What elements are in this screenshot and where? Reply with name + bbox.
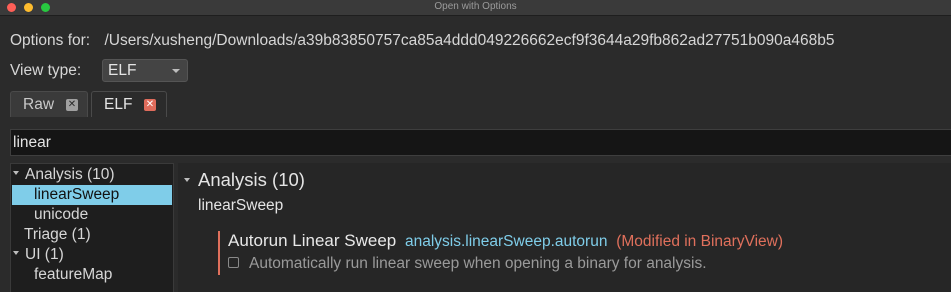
title-bar: Open with Options (0, 0, 951, 16)
tree-item-analysis[interactable]: Analysis (10) (13, 165, 115, 185)
tree-item-ui[interactable]: UI (1) (13, 245, 64, 265)
search-input[interactable] (10, 129, 951, 156)
view-type-value: ELF (108, 62, 137, 79)
tab-elf[interactable]: ELF ✕ (91, 91, 167, 117)
options-row: Options for: /Users/xusheng/Downloads/a3… (10, 32, 834, 50)
tree-item-triage[interactable]: Triage (1) (24, 225, 91, 245)
close-icon[interactable]: ✕ (144, 99, 156, 111)
tab-elf-label: ELF (104, 96, 133, 113)
autorun-checkbox[interactable] (228, 256, 239, 268)
tree-item-linearsweep[interactable]: linearSweep (12, 185, 172, 205)
section-title: Analysis (10) (198, 169, 305, 190)
tree-item-label: Triage (1) (24, 226, 91, 243)
setting-key: analysis.linearSweep.autorun (404, 233, 608, 250)
file-path: /Users/xusheng/Downloads/a39b83850757ca8… (104, 32, 835, 49)
settings-tree: Analysis (10) linearSweep unicode Triage… (10, 163, 174, 292)
close-icon[interactable]: ✕ (66, 99, 78, 111)
tree-item-label: UI (1) (25, 246, 64, 263)
view-type-select[interactable]: ELF (102, 59, 188, 82)
tree-item-label: unicode (34, 206, 89, 223)
tree-item-label: linearSweep (34, 186, 120, 203)
options-label: Options for: (10, 32, 91, 49)
tree-item-featuremap[interactable]: featureMap (34, 265, 112, 285)
setting-modified-badge: (Modified in BinaryView) (616, 233, 784, 250)
setting-description-row: Automatically run linear sweep when open… (228, 255, 707, 273)
chevron-down-icon (172, 69, 180, 73)
window-title: Open with Options (434, 1, 517, 12)
tree-item-label: featureMap (34, 266, 113, 283)
group-label: linearSweep (198, 197, 284, 214)
setting-title-row: Autorun Linear Sweep analysis.linearSwee… (228, 231, 783, 251)
settings-detail-panel: Analysis (10) linearSweep Autorun Linear… (178, 163, 951, 292)
tree-item-unicode[interactable]: unicode (34, 205, 88, 225)
setting-autorun-linear-sweep: Autorun Linear Sweep analysis.linearSwee… (218, 231, 783, 275)
tab-raw-label: Raw (23, 96, 55, 113)
view-type-label: View type: (10, 62, 82, 79)
expand-arrow-icon[interactable] (13, 251, 19, 256)
tree-item-label: Analysis (10) (25, 166, 115, 183)
setting-description: Automatically run linear sweep when open… (249, 255, 707, 272)
setting-name: Autorun Linear Sweep (228, 231, 397, 250)
expand-arrow-icon[interactable] (184, 177, 190, 182)
section-header[interactable]: Analysis (10) (184, 169, 305, 191)
tab-raw[interactable]: Raw ✕ (10, 91, 88, 117)
expand-arrow-icon[interactable] (13, 171, 19, 176)
